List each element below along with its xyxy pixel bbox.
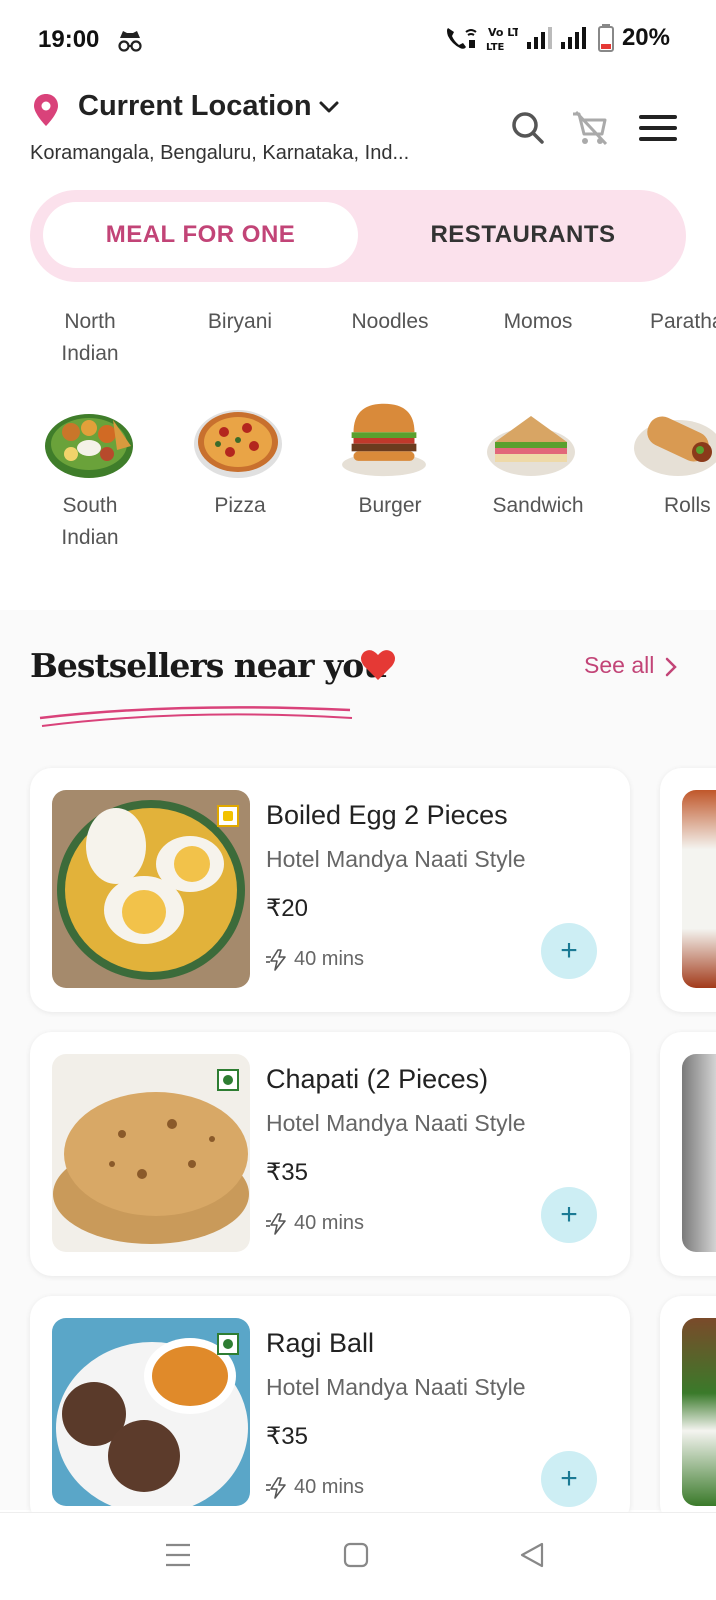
add-button[interactable]: + [541,1187,597,1243]
title-underline-decoration [39,706,353,727]
home-icon[interactable] [340,1539,372,1571]
egg-indicator-icon [217,805,239,827]
mode-toggle: MEAL FOR ONE RESTAURANTS [30,190,686,282]
pizza-image[interactable] [192,402,284,482]
add-button[interactable]: + [541,923,597,979]
item-restaurant: Hotel Mandya Naati Style [266,1374,526,1400]
category-burger[interactable]: Burger [320,490,460,522]
add-button[interactable]: + [541,1451,597,1507]
food-card-ragi-ball[interactable]: Ragi Ball Hotel Mandya Naati Style ₹35 4… [30,1296,630,1526]
back-icon[interactable] [516,1539,548,1571]
incognito-icon [118,31,142,52]
tab-restaurants[interactable]: RESTAURANTS [373,202,673,268]
item-price: ₹20 [266,895,308,922]
category-rolls[interactable]: Rolls [618,490,716,522]
category-noodles[interactable]: Noodles [320,306,460,338]
dish-image[interactable] [682,1318,716,1506]
fast-delivery-icon [266,1476,286,1499]
category-sandwich[interactable]: Sandwich [468,490,608,522]
chevron-right-icon[interactable] [664,656,678,678]
heart-icon [361,650,395,680]
volte-icon: Vo LTE LTE [486,26,518,52]
burger-image[interactable] [338,398,430,478]
location-address[interactable]: Koramangala, Bengaluru, Karnataka, Ind..… [30,142,430,165]
delivery-time-text: 40 mins [294,1212,365,1234]
delivery-time: 40 mins [266,1212,364,1235]
category-biryani[interactable]: Biryani [170,306,310,338]
status-icons: Vo LTE LTE 20% [444,24,670,52]
location-pin-icon[interactable] [34,94,58,126]
south-indian-thali-image[interactable] [43,402,135,482]
delivery-time-text: 40 mins [294,948,365,970]
dish-image[interactable] [682,1054,716,1252]
cart-icon[interactable] [570,108,610,148]
category-south-indian[interactable]: South Indian [20,490,160,554]
signal-icon-1 [526,27,552,49]
tab-meal-for-one[interactable]: MEAL FOR ONE [43,202,358,268]
see-all-link[interactable]: See all [584,652,654,679]
chevron-down-icon[interactable] [318,98,340,116]
item-name: Ragi Ball [266,1328,375,1358]
food-card-chapati[interactable]: Chapati (2 Pieces) Hotel Mandya Naati St… [30,1032,630,1276]
wifi-calling-icon [446,28,477,49]
food-card-boiled-egg[interactable]: Boiled Egg 2 Pieces Hotel Mandya Naati S… [30,768,630,1012]
sandwich-image[interactable] [485,402,577,482]
menu-icon[interactable] [638,108,678,148]
battery-percent: 20% [621,24,670,51]
item-restaurant: Hotel Mandya Naati Style [266,1110,526,1136]
delivery-time: 40 mins [266,1476,364,1499]
fast-delivery-icon [266,948,286,971]
signal-icon-2 [560,27,586,49]
rice-image[interactable] [682,790,716,988]
recent-apps-icon[interactable] [162,1539,194,1571]
fast-delivery-icon [266,1212,286,1235]
svg-text:LTE: LTE [486,42,505,52]
item-restaurant: Hotel Mandya Naati Style [266,846,526,872]
category-pizza[interactable]: Pizza [170,490,310,522]
category-momos[interactable]: Momos [468,306,608,338]
food-card-peek[interactable] [660,1296,716,1526]
status-bar: 19:00 Vo LTE LTE 20% [0,0,716,80]
category-paratha[interactable]: Paratha [618,306,716,338]
category-north-indian[interactable]: North Indian [20,306,160,370]
veg-indicator-icon [217,1069,239,1091]
search-icon[interactable] [508,108,548,148]
item-name: Boiled Egg 2 Pieces [266,800,508,830]
system-nav-bar [0,1512,716,1600]
food-card-peek[interactable] [660,768,716,1012]
location-title[interactable]: Current Location [78,90,312,123]
section-title: Bestsellers near you [30,646,387,685]
svg-text:Vo LTE: Vo LTE [488,26,518,39]
item-price: ₹35 [266,1159,308,1186]
veg-indicator-icon [217,1333,239,1355]
food-card-peek[interactable] [660,1032,716,1276]
delivery-time-text: 40 mins [294,1476,365,1498]
status-time: 19:00 [38,26,100,53]
rolls-image[interactable] [632,402,716,482]
delivery-time: 40 mins [266,948,364,971]
item-name: Chapati (2 Pieces) [266,1064,489,1094]
battery-icon [597,24,614,52]
item-price: ₹35 [266,1423,308,1450]
